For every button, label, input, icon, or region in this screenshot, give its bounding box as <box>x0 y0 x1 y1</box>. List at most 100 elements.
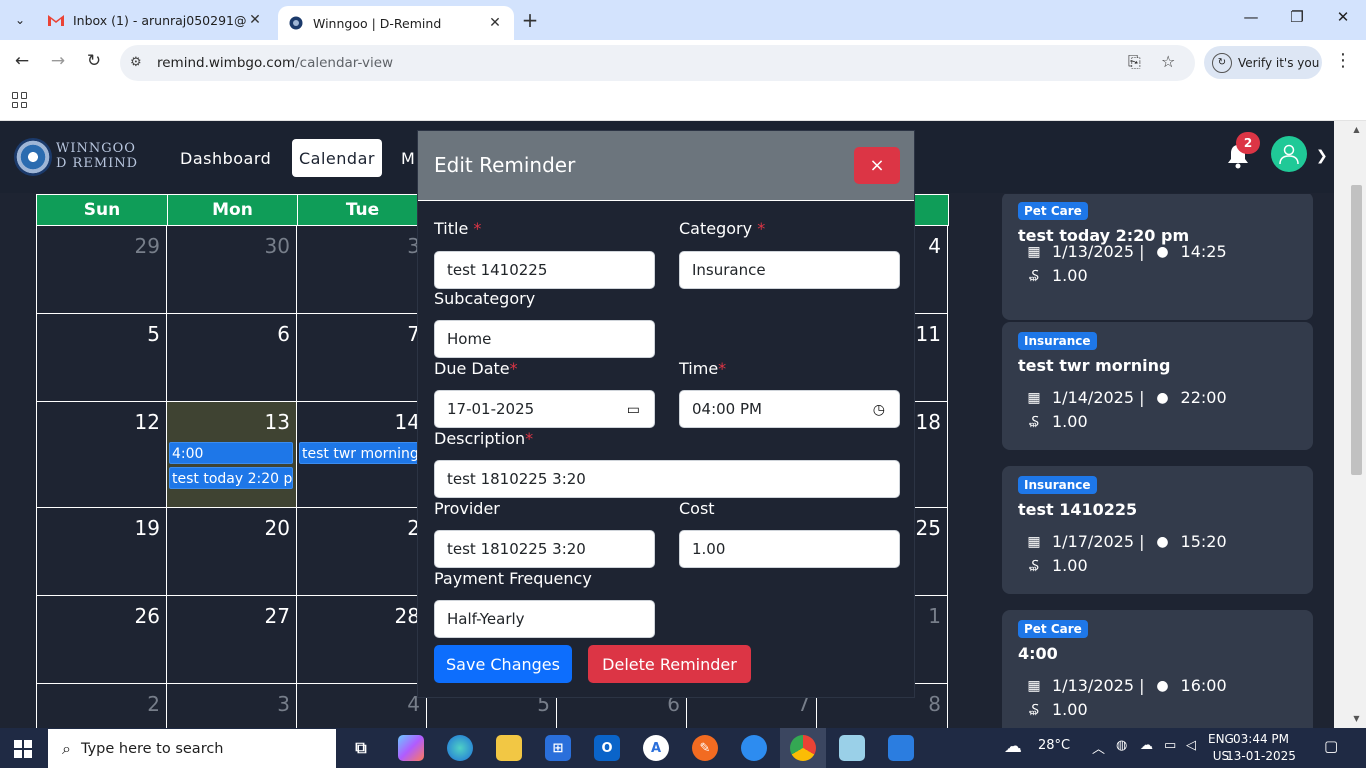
new-tab-plus-icon[interactable]: + <box>518 9 542 31</box>
calendar-event[interactable]: test twr morning <box>299 442 425 464</box>
taskbar-search-box[interactable]: ⌕ Type here to search <box>48 729 336 768</box>
site-info-icon[interactable]: ⚙ <box>130 55 142 70</box>
calendar-event[interactable]: test today 2:20 pm <box>169 467 293 489</box>
calendar-day-cell[interactable]: 19 <box>36 508 167 596</box>
calendar-day-cell[interactable]: 3 <box>297 226 427 314</box>
clock-picker-icon[interactable]: ◷ <box>873 402 885 418</box>
calendar-day-cell[interactable]: 13 4:00 test today 2:20 pm <box>167 402 297 508</box>
calendar-day-cell[interactable]: 30 <box>167 226 297 314</box>
chrome-icon[interactable] <box>790 735 816 761</box>
edge-browser-icon[interactable] <box>447 735 473 761</box>
reminder-card[interactable]: Pet Care 4:00 ▦ 1/13/2025 | ● 16:00 ₷ 1.00 <box>1002 610 1313 728</box>
reminder-time: 14:25 <box>1180 242 1227 261</box>
calendar-day-cell[interactable]: 27 <box>167 596 297 684</box>
task-view-icon[interactable]: ⧉ <box>348 735 374 761</box>
reminder-cost: 1.00 <box>1052 700 1088 719</box>
install-app-icon[interactable]: ⎘ <box>1128 52 1141 72</box>
app-pen-icon[interactable]: ✎ <box>692 735 718 761</box>
save-changes-button[interactable]: Save Changes <box>434 645 572 683</box>
notification-center-icon[interactable]: ▢ <box>1324 737 1338 755</box>
volume-muted-icon[interactable]: ◁ <box>1186 738 1196 753</box>
calendar-day-cell[interactable]: 4 <box>297 684 427 728</box>
notepad-icon[interactable] <box>839 735 865 761</box>
cloud-sync-icon[interactable]: ☁ <box>1140 738 1153 753</box>
provider-input[interactable]: test 1810225 3:20 <box>434 530 655 568</box>
reminder-card[interactable]: Insurance test twr morning ▦ 1/14/2025 | … <box>1002 322 1313 450</box>
calendar-icon: ▦ <box>1027 389 1041 406</box>
winngoo-logo-icon[interactable] <box>14 138 52 176</box>
verify-profile-button[interactable]: ↻ Verify it's you <box>1204 46 1322 79</box>
tab-winngoo-dremind[interactable]: Winngoo | D-Remind ✕ <box>278 6 514 40</box>
show-hidden-icons-icon[interactable]: ︿ <box>1092 738 1105 757</box>
calendar-day-cell[interactable]: 28 <box>297 596 427 684</box>
app-bird-icon[interactable] <box>741 735 767 761</box>
meet-icon[interactable]: ◍ <box>1116 738 1127 753</box>
windows-start-icon[interactable] <box>14 740 32 758</box>
calendar-day-cell[interactable]: 26 <box>36 596 167 684</box>
nav-dashboard[interactable]: Dashboard <box>173 139 278 177</box>
calendar-day-cell[interactable]: 6 <box>167 314 297 402</box>
calendar-day-cell[interactable]: 20 <box>167 508 297 596</box>
apps-grid-icon[interactable] <box>12 92 28 108</box>
file-explorer-icon[interactable] <box>496 735 522 761</box>
reminder-card[interactable]: Pet Care test today 2:20 pm ▦ 1/13/2025 |… <box>1002 194 1313 320</box>
weather-icon[interactable]: ☁ <box>1004 736 1022 757</box>
due-date-input[interactable]: 17-01-2025 ▭ <box>434 390 655 428</box>
description-input[interactable]: test 1810225 3:20 <box>434 460 900 498</box>
cost-input[interactable]: 1.00 <box>679 530 900 568</box>
url-text[interactable]: remind.wimbgo.com/calendar-view <box>157 55 393 71</box>
calendar-day-cell[interactable]: 2 <box>297 508 427 596</box>
outlook-icon[interactable]: O <box>594 735 620 761</box>
calendar-event[interactable]: 4:00 <box>169 442 293 464</box>
payment-frequency-select[interactable]: Half-Yearly <box>434 600 655 638</box>
browser-menu-icon[interactable]: ⋮ <box>1334 50 1352 71</box>
calendar-day-cell[interactable]: 5 <box>36 314 167 402</box>
close-tab-icon[interactable]: ✕ <box>246 12 264 28</box>
scroll-up-icon[interactable]: ▲ <box>1351 125 1362 134</box>
modal-title: Edit Reminder <box>434 153 576 177</box>
remote-desktop-icon[interactable] <box>888 735 914 761</box>
restore-window-icon[interactable]: ❐ <box>1274 8 1320 26</box>
microsoft-store-icon[interactable]: ⊞ <box>545 735 571 761</box>
calendar-day-cell[interactable]: 7 <box>297 314 427 402</box>
tab-gmail-inbox[interactable]: Inbox (1) - arunraj050291@gmail.com ✕ <box>38 4 274 36</box>
copilot-icon[interactable] <box>398 735 424 761</box>
title-input[interactable]: test 1410225 <box>434 251 655 289</box>
nav-calendar[interactable]: Calendar <box>292 139 382 177</box>
modal-close-button[interactable]: × <box>854 147 900 184</box>
calendar-day-cell[interactable]: 2 <box>36 684 167 728</box>
close-window-icon[interactable]: ✕ <box>1320 8 1366 26</box>
close-tab-icon[interactable]: ✕ <box>486 15 504 31</box>
reminder-datetime: ▦ 1/17/2025 | ● 15:20 <box>1026 532 1226 551</box>
chevron-down-icon[interactable]: ❯ <box>1316 148 1328 164</box>
app-a-icon[interactable]: A <box>643 735 669 761</box>
reminder-card[interactable]: Insurance test 1410225 ▦ 1/17/2025 | ● 15:… <box>1002 466 1313 594</box>
delete-reminder-button[interactable]: Delete Reminder <box>588 645 751 683</box>
calendar-picker-icon[interactable]: ▭ <box>627 402 640 418</box>
required-marker: * <box>757 219 766 238</box>
weather-temp[interactable]: 28°C <box>1038 738 1070 753</box>
calendar-day-cell[interactable]: 12 <box>36 402 167 508</box>
time-input[interactable]: 04:00 PM ◷ <box>679 390 900 428</box>
scroll-down-icon[interactable]: ▼ <box>1351 714 1362 723</box>
forward-arrow-icon[interactable]: → <box>46 51 70 71</box>
required-marker: * <box>525 429 534 448</box>
category-select[interactable]: Insurance <box>679 251 900 289</box>
weekday-tue: Tue <box>298 195 428 225</box>
subcategory-select[interactable]: Home <box>434 320 655 358</box>
calendar-day-cell[interactable]: 3 <box>167 684 297 728</box>
day-number: 11 <box>915 322 941 346</box>
logo-text[interactable]: WINNGOO D REMIND <box>56 141 138 171</box>
bookmark-star-icon[interactable]: ☆ <box>1161 52 1175 71</box>
calendar-day-cell[interactable]: 14 test twr morning <box>297 402 427 508</box>
scrollbar-thumb[interactable] <box>1351 185 1362 475</box>
user-avatar[interactable] <box>1271 136 1307 172</box>
calendar-day-cell[interactable]: 29 <box>36 226 167 314</box>
reminder-date: 1/13/2025 | <box>1052 676 1145 695</box>
system-clock[interactable]: 03:44 PM 13-01-2025 <box>1226 731 1296 765</box>
reload-icon[interactable]: ↻ <box>82 51 106 71</box>
back-arrow-icon[interactable]: ← <box>10 51 34 71</box>
minimize-icon[interactable]: — <box>1228 8 1274 26</box>
network-icon[interactable]: ▭ <box>1164 738 1176 753</box>
tab-search-chevron-icon[interactable]: ⌄ <box>8 8 32 32</box>
